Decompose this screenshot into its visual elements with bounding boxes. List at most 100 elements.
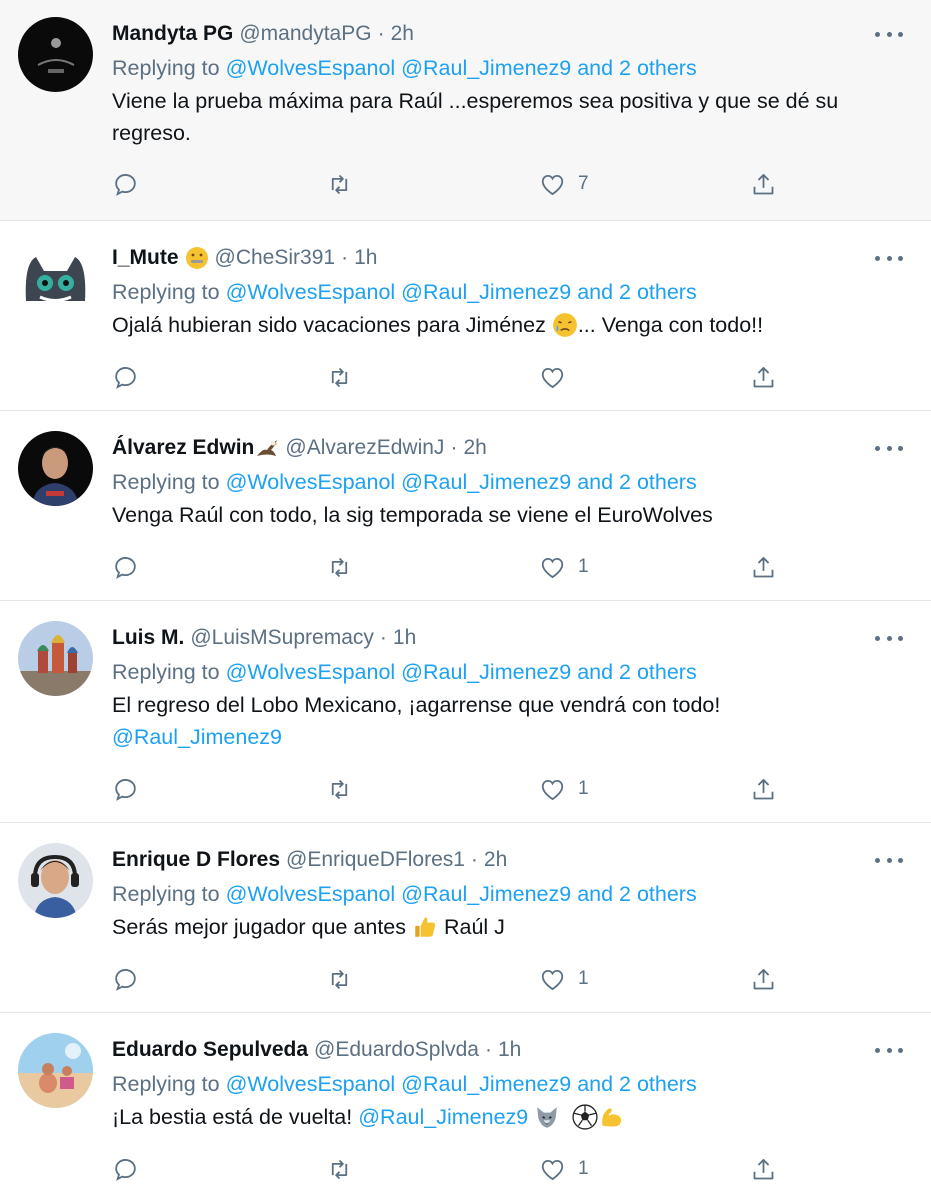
retweet-button[interactable] (326, 959, 353, 999)
reply-button[interactable] (112, 547, 139, 587)
like-button[interactable]: 7 (539, 164, 589, 204)
user-handle[interactable]: @EduardoSplvda (314, 1038, 479, 1062)
display-name[interactable]: Luis M. (112, 626, 184, 650)
display-name[interactable]: Enrique D Flores (112, 848, 280, 872)
reply-button[interactable] (112, 1149, 139, 1189)
reply-button[interactable] (112, 357, 139, 397)
like-button[interactable] (539, 357, 578, 397)
mention-link[interactable]: @WolvesEspanol (226, 660, 396, 684)
mention-link[interactable]: @WolvesEspanol (226, 882, 396, 906)
retweet-button[interactable] (326, 547, 353, 587)
tweet[interactable]: Luis M. @LuisMSupremacy · 1h Replying to… (0, 601, 931, 823)
tweet[interactable]: I_Mute @CheSir391 · 1h Replying to @Wolv… (0, 221, 931, 411)
reply-button[interactable] (112, 164, 139, 204)
display-name[interactable]: Eduardo Sepulveda (112, 1038, 308, 1062)
mention-link[interactable]: @WolvesEspanol (226, 470, 396, 494)
more-options-icon[interactable] (875, 24, 903, 44)
avatar[interactable] (18, 843, 93, 918)
reply-button[interactable] (112, 959, 139, 999)
avatar[interactable] (18, 431, 93, 506)
mention-link[interactable]: @Raul_Jimenez9 (112, 725, 282, 749)
others-link[interactable]: and 2 others (577, 470, 697, 494)
reply-button[interactable] (112, 769, 139, 809)
share-button[interactable] (750, 357, 777, 397)
others-link[interactable]: and 2 others (577, 882, 697, 906)
display-name[interactable]: Álvarez Edwin (112, 436, 254, 460)
others-link[interactable]: and 2 others (577, 660, 697, 684)
separator-dot: · (450, 435, 458, 459)
tweet-text: El regreso del Lobo Mexicano, ¡agarrense… (112, 693, 721, 749)
like-count: 1 (578, 968, 589, 989)
zipper-mouth-face-emoji (185, 246, 208, 269)
replying-to: Replying to @WolvesEspanol @Raul_Jimenez… (112, 660, 697, 684)
others-link[interactable]: and 2 others (577, 56, 697, 80)
timestamp[interactable]: 2h (484, 848, 507, 872)
mention-link[interactable]: @WolvesEspanol (226, 56, 396, 80)
tweet-text: Ojalá hubieran sido vacaciones para Jimé… (112, 313, 764, 337)
user-handle[interactable]: @mandytaPG (239, 22, 371, 46)
tweet[interactable]: Eduardo Sepulveda @EduardoSplvda · 1h Re… (0, 1013, 931, 1203)
mention-link[interactable]: @Raul_Jimenez9 (401, 660, 571, 684)
mention-link[interactable]: @Raul_Jimenez9 (401, 280, 571, 304)
more-options-icon[interactable] (875, 248, 903, 268)
more-options-icon[interactable] (875, 1040, 903, 1060)
timestamp[interactable]: 1h (393, 626, 416, 650)
tweet[interactable]: Álvarez Edwin @AlvarezEdwinJ · 2h Replyi… (0, 411, 931, 601)
user-handle[interactable]: @LuisMSupremacy (190, 626, 374, 650)
avatar[interactable] (18, 1033, 93, 1108)
tweet[interactable]: Mandyta PG @mandytaPG · 2h Replying to @… (0, 0, 931, 221)
like-button[interactable]: 1 (539, 959, 589, 999)
display-name[interactable]: Mandyta PG (112, 22, 233, 46)
others-link[interactable]: and 2 others (577, 280, 697, 304)
avatar[interactable] (18, 621, 93, 696)
retweet-icon (331, 1159, 348, 1179)
timestamp[interactable]: 1h (498, 1038, 521, 1062)
share-button[interactable] (750, 164, 777, 204)
mention-link[interactable]: @WolvesEspanol (226, 280, 396, 304)
retweet-icon (331, 367, 348, 387)
share-button[interactable] (750, 547, 777, 587)
user-handle[interactable]: @EnriqueDFlores1 (286, 848, 465, 872)
replying-to: Replying to @WolvesEspanol @Raul_Jimenez… (112, 280, 697, 304)
reply-icon (115, 556, 136, 579)
mention-link[interactable]: @Raul_Jimenez9 (401, 1072, 571, 1096)
share-button[interactable] (750, 769, 777, 809)
mention-link[interactable]: @WolvesEspanol (226, 1072, 396, 1096)
share-button[interactable] (750, 959, 777, 999)
retweet-button[interactable] (326, 1149, 353, 1189)
more-options-icon[interactable] (875, 438, 903, 458)
avatar[interactable] (18, 241, 93, 316)
like-button[interactable]: 1 (539, 547, 589, 587)
tweet-header: Luis M. @LuisMSupremacy · 1h (112, 601, 913, 655)
mention-link[interactable]: @Raul_Jimenez9 (401, 882, 571, 906)
user-handle[interactable]: @AlvarezEdwinJ (285, 436, 444, 460)
more-options-icon[interactable] (875, 850, 903, 870)
separator-dot: · (379, 625, 387, 649)
tweet-header: Mandyta PG @mandytaPG · 2h (112, 0, 913, 51)
retweet-icon (331, 779, 348, 799)
retweet-button[interactable] (326, 357, 353, 397)
share-button[interactable] (750, 1149, 777, 1189)
mention-link[interactable]: @Raul_Jimenez9 (401, 56, 571, 80)
tweet-header: Álvarez Edwin @AlvarezEdwinJ · 2h (112, 411, 913, 465)
mention-link[interactable]: @Raul_Jimenez9 (401, 470, 571, 494)
timestamp[interactable]: 1h (354, 246, 377, 270)
share-icon (753, 556, 774, 577)
like-button[interactable]: 1 (539, 1149, 589, 1189)
avatar[interactable] (18, 17, 93, 92)
timestamp[interactable]: 2h (391, 22, 414, 46)
like-count: 7 (578, 173, 589, 194)
timestamp[interactable]: 2h (463, 436, 486, 460)
tweet[interactable]: Enrique D Flores @EnriqueDFlores1 · 2h R… (0, 823, 931, 1013)
more-options-icon[interactable] (875, 628, 903, 648)
display-name[interactable]: I_Mute (112, 246, 179, 270)
tweet-header: Eduardo Sepulveda @EduardoSplvda · 1h (112, 1013, 913, 1067)
user-handle[interactable]: @CheSir391 (215, 246, 336, 270)
others-link[interactable]: and 2 others (577, 1072, 697, 1096)
share-icon (753, 778, 774, 799)
like-button[interactable]: 1 (539, 769, 589, 809)
retweet-button[interactable] (326, 164, 353, 204)
retweet-icon (331, 557, 348, 577)
retweet-button[interactable] (326, 769, 353, 809)
mention-link[interactable]: @Raul_Jimenez9 (358, 1105, 528, 1129)
